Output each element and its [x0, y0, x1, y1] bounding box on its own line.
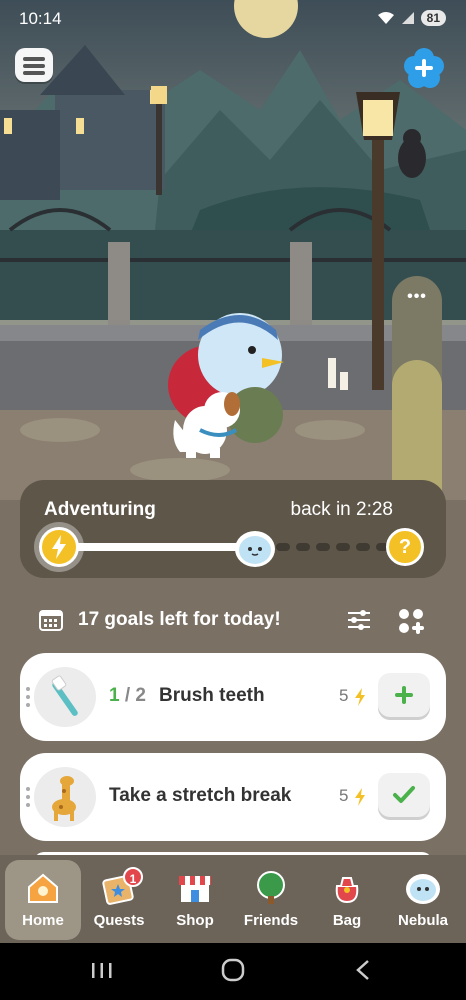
- quests-badge: 1: [123, 867, 143, 887]
- house-icon: [28, 873, 58, 903]
- nebula-icon: [406, 874, 440, 904]
- add-goal-flower-button[interactable]: [402, 46, 446, 90]
- nav-label-bag: Bag: [332, 912, 362, 929]
- signal-icon: [401, 12, 414, 24]
- adventure-title: Adventuring: [44, 499, 156, 520]
- plus-icon: [395, 686, 413, 704]
- complete-goal-button[interactable]: [378, 773, 430, 817]
- nav-label-nebula: Nebula: [397, 912, 448, 929]
- nav-quests[interactable]: 1 Quests: [81, 860, 157, 940]
- goal-reward: 5: [339, 786, 349, 805]
- goals-left-count: 17 goals left for today!: [78, 609, 281, 630]
- shop-icon: [179, 876, 211, 902]
- nav-home[interactable]: Home: [5, 860, 81, 940]
- add-category-icon[interactable]: [398, 608, 424, 634]
- more-options-icon[interactable]: •••: [392, 288, 442, 306]
- app-screen: 10:14 81 ••• Adventuring back in 2:28 ? …: [0, 0, 466, 1000]
- adventure-progress-bar: [60, 543, 260, 551]
- home-system-icon[interactable]: [213, 955, 253, 985]
- mystery-reward-node: ?: [386, 528, 424, 566]
- energy-bolt-icon: [39, 527, 79, 567]
- status-bar: 10:14 81: [0, 0, 466, 38]
- status-time: 10:14: [19, 9, 62, 28]
- adventure-remaining-track: [276, 543, 392, 551]
- filter-icon[interactable]: [347, 609, 371, 631]
- calendar-icon[interactable]: [39, 609, 63, 631]
- system-navigation-bar: [0, 943, 466, 1000]
- nav-shop[interactable]: Shop: [157, 860, 233, 940]
- goal-progress: 1 / 2: [109, 685, 146, 707]
- goal-progress-total: 2: [135, 685, 146, 706]
- check-icon: [393, 786, 415, 803]
- menu-line: [23, 71, 45, 75]
- nav-label-quests: Quests: [93, 912, 145, 929]
- goal-card-stretch-break[interactable]: Take a stretch break 5: [20, 753, 446, 841]
- giraffe-icon: [34, 767, 96, 827]
- menu-button[interactable]: [15, 48, 53, 82]
- adventure-return-time: back in 2:28: [290, 499, 393, 520]
- nav-bag[interactable]: Bag: [309, 860, 385, 940]
- bag-icon: [335, 877, 359, 904]
- menu-line: [23, 57, 45, 61]
- goal-progress-separator: /: [119, 685, 136, 706]
- goal-card-brush-teeth[interactable]: 1 / 2 Brush teeth 5: [20, 653, 446, 741]
- battery-indicator: 81: [420, 10, 446, 26]
- goal-progress-done: 1: [109, 685, 120, 706]
- recent-apps-icon[interactable]: [82, 955, 122, 985]
- nav-friends[interactable]: Friends: [233, 860, 309, 940]
- status-icons: 81: [377, 10, 446, 26]
- drag-handle-icon[interactable]: [25, 785, 31, 809]
- menu-line: [23, 64, 45, 68]
- energy-bolt-icon: [355, 788, 365, 806]
- nav-label-shop: Shop: [176, 912, 214, 929]
- nav-label-home: Home: [22, 912, 64, 929]
- goal-reward: 5: [339, 686, 349, 705]
- toothbrush-icon: [34, 667, 96, 727]
- nav-label-friends: Friends: [243, 912, 299, 929]
- nav-nebula[interactable]: Nebula: [385, 860, 461, 940]
- increment-goal-button[interactable]: [378, 673, 430, 717]
- goal-title: Brush teeth: [159, 685, 265, 706]
- adventure-status-card[interactable]: Adventuring back in 2:28 ?: [20, 480, 446, 578]
- tree-icon: [257, 871, 285, 904]
- wifi-icon: [377, 12, 394, 24]
- bottom-navigation: Home 1 Quests Shop Friends Bag Nebula: [0, 855, 466, 943]
- drag-handle-icon[interactable]: [25, 685, 31, 709]
- energy-bolt-icon: [355, 688, 365, 706]
- goal-title: Take a stretch break: [109, 785, 292, 806]
- nebula-avatar-icon: [235, 531, 275, 567]
- goals-header: 17 goals left for today!: [0, 600, 466, 640]
- back-icon[interactable]: [343, 955, 383, 985]
